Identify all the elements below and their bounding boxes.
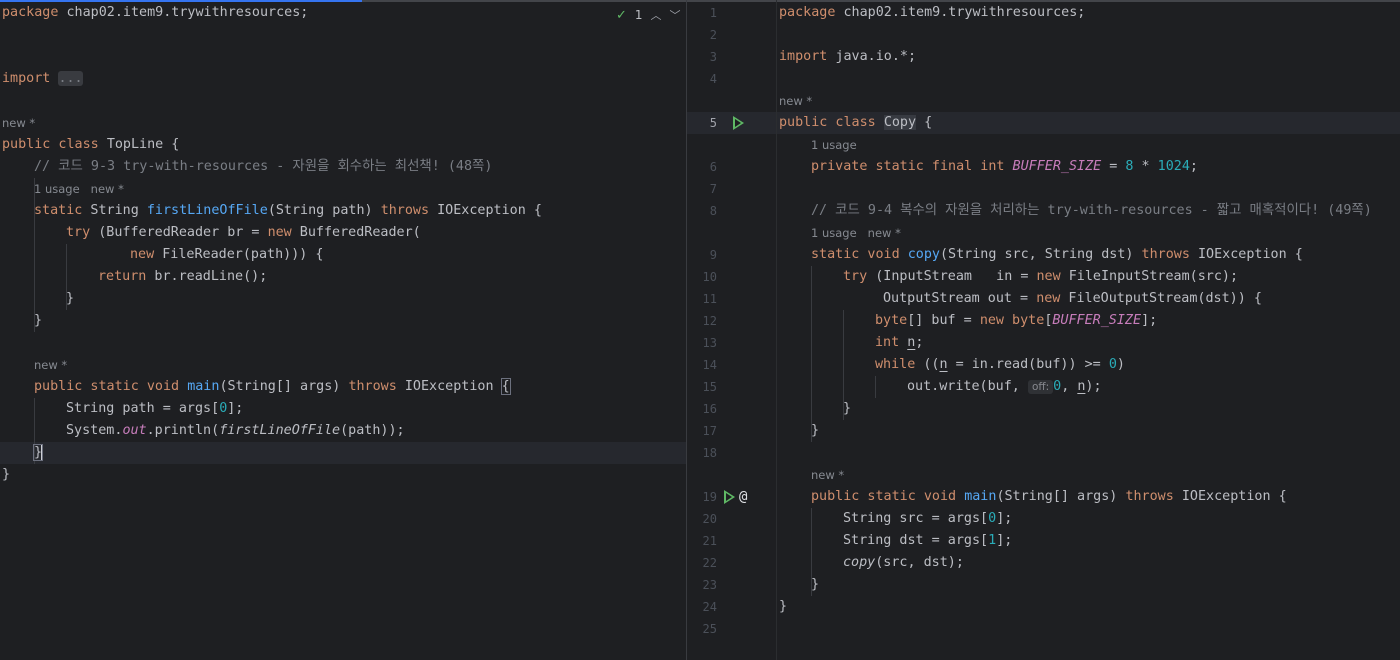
- line-number: 11: [702, 292, 717, 306]
- line-number: 12: [702, 314, 717, 328]
- code-line[interactable]: out.write(buf, off: 0, n);: [907, 376, 1102, 398]
- annotation-at-icon[interactable]: @: [739, 486, 747, 508]
- package-name: chap02.item9.trywithresources;: [843, 5, 1086, 20]
- left-tab-strip: [362, 0, 686, 2]
- code-line[interactable]: OutputStream out = new FileOutputStream(…: [883, 288, 1262, 310]
- code-line[interactable]: package chap02.item9.trywithresources;: [779, 2, 1085, 24]
- usage-hint[interactable]: 1 usage new *: [34, 178, 124, 200]
- code-line[interactable]: String dst = args[1];: [843, 530, 1012, 552]
- code-line[interactable]: static String firstLineOfFile(String pat…: [34, 200, 542, 222]
- code-line[interactable]: package chap02.item9.trywithresources;: [2, 2, 308, 24]
- inspection-count: 1: [634, 8, 643, 22]
- right-editor[interactable]: 1 2 3 4 5 6 7 8 9 10 11 12 13 14 15 16 1…: [687, 0, 1400, 660]
- line-number: 23: [702, 578, 717, 592]
- method-name: firstLineOfFile: [146, 203, 268, 218]
- code-line[interactable]: public class Copy {: [779, 112, 932, 134]
- code-line[interactable]: }: [779, 596, 787, 618]
- indent-guide: [875, 376, 876, 398]
- line-number: 24: [702, 600, 717, 614]
- line-number: 8: [709, 204, 717, 218]
- code-line[interactable]: int n;: [875, 332, 923, 354]
- code-line[interactable]: }: [843, 398, 851, 420]
- line-number: 19: [702, 490, 717, 504]
- line-number: 22: [702, 556, 717, 570]
- current-line-highlight: [0, 442, 686, 464]
- line-number: 25: [702, 622, 717, 636]
- comment-line[interactable]: // 코드 9-4 복수의 자원을 처리하는 try-with-resource…: [811, 200, 1372, 222]
- chevron-down-icon[interactable]: ﹀: [670, 7, 681, 23]
- line-number: 2: [709, 28, 717, 42]
- inspection-widget[interactable]: ✓ 1 ︿ ﹀: [616, 6, 681, 24]
- usage-count[interactable]: 1 usage: [34, 182, 80, 196]
- method-name: main: [187, 379, 220, 394]
- code-line[interactable]: try (InputStream in = new FileInputStrea…: [843, 266, 1238, 288]
- line-number: 16: [702, 402, 717, 416]
- line-number: 9: [709, 248, 717, 262]
- code-line[interactable]: return br.readLine();: [98, 266, 267, 288]
- run-class-icon[interactable]: [733, 116, 744, 130]
- line-number: 6: [709, 160, 717, 174]
- line-number: 10: [702, 270, 717, 284]
- import-fold[interactable]: ...: [58, 71, 83, 86]
- indent-guide: [811, 266, 812, 442]
- inspection-ok-icon: ✓: [616, 7, 627, 23]
- code-line[interactable]: public static void main(String[] args) t…: [34, 376, 511, 398]
- chevron-up-icon[interactable]: ︿: [651, 7, 662, 23]
- line-number: 17: [702, 424, 717, 438]
- run-main-icon[interactable]: [724, 490, 735, 504]
- code-line[interactable]: }: [2, 464, 10, 486]
- code-line[interactable]: private static final int BUFFER_SIZE = 8…: [811, 156, 1198, 178]
- code-line[interactable]: public static void main(String[] args) t…: [811, 486, 1287, 508]
- package-name: chap02.item9.trywithresources;: [66, 5, 309, 20]
- gutter-divider: [776, 0, 777, 660]
- code-line[interactable]: }: [32, 442, 44, 464]
- left-editor[interactable]: ✓ 1 ︿ ﹀ package chap02.item9.trywithreso…: [0, 0, 686, 660]
- comment-text: // 코드 9-4 복수의 자원을 처리하는 try-with-resource…: [811, 203, 1372, 218]
- author-hint[interactable]: new *: [868, 226, 901, 240]
- usage-hint[interactable]: 1 usage: [811, 134, 857, 156]
- line-number: 15: [702, 380, 717, 394]
- code-line[interactable]: }: [811, 574, 819, 596]
- code-line[interactable]: copy(src, dst);: [843, 552, 964, 574]
- code-line[interactable]: System.out.println(firstLineOfFile(path)…: [66, 420, 405, 442]
- code-line[interactable]: byte[] buf = new byte[BUFFER_SIZE];: [875, 310, 1157, 332]
- author-hint[interactable]: new *: [779, 90, 812, 112]
- line-number: 4: [709, 72, 717, 86]
- code-line[interactable]: while ((n = in.read(buf)) >= 0): [875, 354, 1125, 376]
- code-line[interactable]: String src = args[0];: [843, 508, 1012, 530]
- import-name: java.io.*;: [835, 49, 917, 64]
- class-name: Copy: [883, 115, 917, 130]
- author-hint[interactable]: new *: [91, 182, 124, 196]
- usage-hint[interactable]: 1 usage new *: [811, 222, 901, 244]
- code-line[interactable]: import ...: [2, 68, 83, 90]
- line-number: 14: [702, 358, 717, 372]
- code-line[interactable]: String path = args[0];: [66, 398, 243, 420]
- line-number: 13: [702, 336, 717, 350]
- code-line[interactable]: }: [66, 288, 74, 310]
- constant-name: BUFFER_SIZE: [1012, 159, 1102, 174]
- author-hint[interactable]: new *: [2, 112, 35, 134]
- usage-count[interactable]: 1 usage: [811, 226, 857, 240]
- author-hint[interactable]: new *: [811, 464, 844, 486]
- text-caret: [41, 444, 44, 460]
- code-line[interactable]: try (BufferedReader br = new BufferedRea…: [66, 222, 421, 244]
- param-inlay-hint: off:: [1027, 380, 1054, 394]
- code-line[interactable]: static void copy(String src, String dst)…: [811, 244, 1303, 266]
- comment-text: // 코드 9-3 try-with-resources - 자원을 회수하는 …: [34, 159, 493, 174]
- code-line[interactable]: import java.io.*;: [779, 46, 916, 68]
- line-number: 20: [702, 512, 717, 526]
- comment-line[interactable]: // 코드 9-3 try-with-resources - 자원을 회수하는 …: [34, 156, 492, 178]
- line-number: 18: [702, 446, 717, 460]
- code-line[interactable]: }: [811, 420, 819, 442]
- author-hint[interactable]: new *: [34, 354, 67, 376]
- line-number: 1: [709, 6, 717, 20]
- line-number: 21: [702, 534, 717, 548]
- class-name: TopLine: [106, 137, 164, 152]
- code-line[interactable]: new FileReader(path))) {: [130, 244, 324, 266]
- code-line[interactable]: public class TopLine {: [2, 134, 179, 156]
- line-number: 5: [709, 116, 717, 130]
- code-line[interactable]: }: [34, 310, 42, 332]
- line-number: 3: [709, 50, 717, 64]
- line-number: 7: [709, 182, 717, 196]
